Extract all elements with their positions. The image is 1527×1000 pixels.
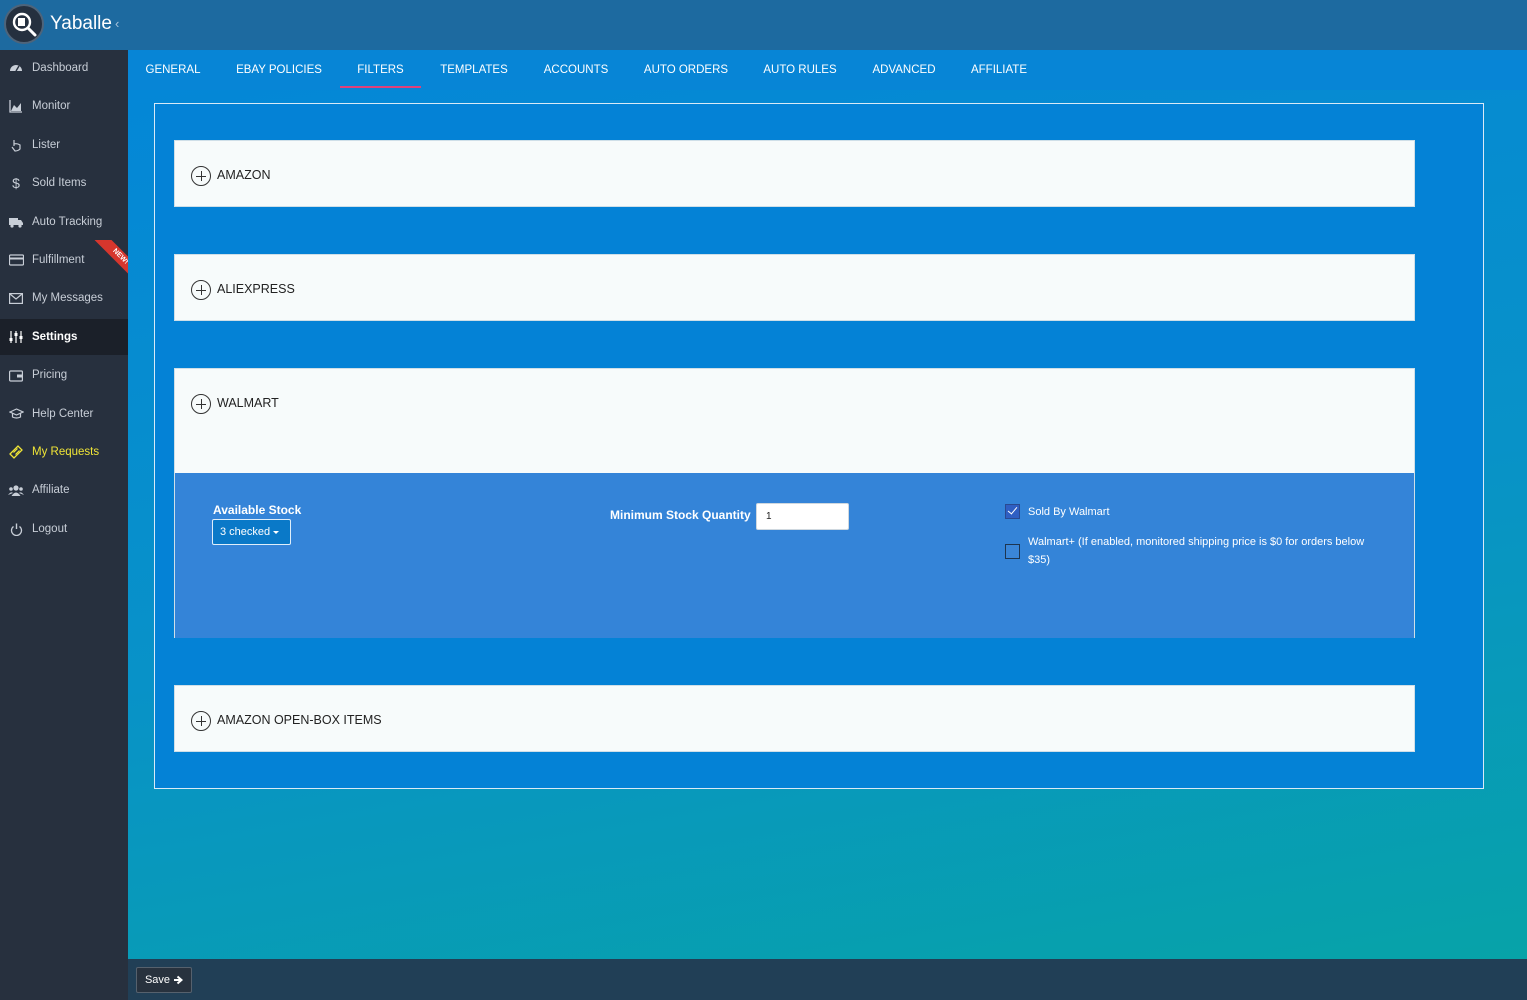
sidebar-item-label: Auto Tracking bbox=[32, 216, 103, 228]
tab-filters[interactable]: FILTERS bbox=[340, 50, 421, 88]
accordion-amazon[interactable]: AMAZON bbox=[174, 140, 1415, 207]
magnifier-logo-icon bbox=[12, 12, 37, 37]
truck-icon bbox=[8, 214, 24, 230]
sidebar-item-settings[interactable]: Settings bbox=[0, 319, 128, 355]
main-content: GENERAL EBAY POLICIES FILTERS TEMPLATES … bbox=[128, 50, 1527, 959]
sidebar-item-sold-items[interactable]: $ Sold Items bbox=[0, 165, 128, 201]
envelope-icon bbox=[8, 290, 24, 306]
save-button[interactable]: Save bbox=[136, 967, 192, 993]
sidebar-item-my-messages[interactable]: My Messages bbox=[0, 280, 128, 316]
sidebar-item-label: My Messages bbox=[32, 292, 103, 304]
graduation-cap-icon bbox=[8, 406, 24, 422]
tab-advanced[interactable]: ADVANCED bbox=[865, 50, 943, 88]
walmart-filter-body: Available Stock 3 checked Minimum Stock … bbox=[175, 473, 1414, 638]
tab-affiliate[interactable]: AFFILIATE bbox=[963, 50, 1035, 88]
sidebar-item-label: Affiliate bbox=[32, 484, 70, 496]
walmart-plus-checkbox[interactable] bbox=[1005, 544, 1020, 559]
tab-auto-rules[interactable]: AUTO RULES bbox=[755, 50, 845, 88]
min-stock-input[interactable] bbox=[756, 503, 849, 530]
sidebar-item-help-center[interactable]: Help Center bbox=[0, 396, 128, 432]
plus-circle-icon[interactable] bbox=[191, 711, 211, 731]
sidebar: Dashboard Monitor Lister $ Sold Items Au… bbox=[0, 50, 134, 1000]
accordion-amazon-open-box[interactable]: AMAZON OPEN-BOX ITEMS bbox=[174, 685, 1415, 752]
users-icon bbox=[8, 482, 24, 498]
available-stock-dropdown[interactable]: 3 checked bbox=[212, 519, 291, 545]
sidebar-item-monitor[interactable]: Monitor bbox=[0, 88, 128, 124]
sidebar-item-dashboard[interactable]: Dashboard bbox=[0, 50, 128, 86]
walmart-plus-label: Walmart+ (If enabled, monitored shipping… bbox=[1028, 536, 1365, 566]
sidebar-item-label: Monitor bbox=[32, 100, 71, 112]
min-stock-label: Minimum Stock Quantity bbox=[610, 508, 751, 522]
sidebar-item-pricing[interactable]: Pricing bbox=[0, 357, 128, 393]
collapse-sidebar-icon[interactable]: ‹ bbox=[115, 16, 119, 31]
sidebar-item-label: Settings bbox=[32, 331, 78, 343]
sidebar-item-affiliate[interactable]: Affiliate bbox=[0, 472, 128, 508]
filters-panel: AMAZON ALIEXPRESS WALMART Available Stoc… bbox=[154, 103, 1484, 789]
power-icon bbox=[8, 521, 24, 537]
tab-accounts[interactable]: ACCOUNTS bbox=[536, 50, 616, 88]
save-label: Save bbox=[144, 974, 171, 986]
settings-tabs: GENERAL EBAY POLICIES FILTERS TEMPLATES … bbox=[128, 50, 1527, 90]
sliders-icon bbox=[8, 329, 24, 345]
sidebar-item-lister[interactable]: Lister bbox=[0, 127, 128, 163]
dashboard-icon bbox=[8, 60, 24, 76]
plus-circle-icon[interactable] bbox=[191, 280, 211, 300]
wallet-icon bbox=[8, 367, 24, 383]
dollar-icon: $ bbox=[12, 175, 20, 191]
accordion-title: AMAZON bbox=[217, 168, 271, 182]
tab-ebay-policies[interactable]: EBAY POLICIES bbox=[228, 50, 330, 88]
sidebar-item-label: Dashboard bbox=[32, 62, 89, 74]
hand-pointer-icon bbox=[8, 137, 24, 153]
sidebar-item-label: Lister bbox=[32, 139, 61, 151]
sidebar-item-label: Fulfillment bbox=[32, 254, 85, 266]
sidebar-item-label: My Requests bbox=[32, 446, 100, 458]
plus-circle-icon[interactable] bbox=[191, 394, 211, 414]
accordion-title: ALIEXPRESS bbox=[217, 282, 295, 296]
ticket-icon bbox=[8, 444, 24, 460]
accordion-walmart: WALMART Available Stock 3 checked Minimu… bbox=[174, 368, 1415, 638]
sidebar-item-label: Logout bbox=[32, 523, 68, 535]
bottom-bar: Save bbox=[128, 959, 1527, 1000]
plus-circle-icon[interactable] bbox=[191, 166, 211, 186]
accordion-aliexpress[interactable]: ALIEXPRESS bbox=[174, 254, 1415, 321]
sidebar-item-label: Pricing bbox=[32, 369, 68, 381]
arrow-right-icon bbox=[174, 975, 184, 985]
caret-down-icon bbox=[273, 530, 280, 534]
area-chart-icon bbox=[8, 98, 24, 114]
credit-card-icon bbox=[8, 252, 24, 268]
app-name: Yaballe bbox=[50, 13, 112, 34]
sold-by-walmart-label: Sold By Walmart bbox=[1028, 506, 1110, 518]
tab-general[interactable]: GENERAL bbox=[138, 50, 208, 88]
sidebar-item-label: Help Center bbox=[32, 408, 94, 420]
sidebar-item-logout[interactable]: Logout bbox=[0, 511, 128, 547]
sidebar-item-label: Sold Items bbox=[32, 177, 87, 189]
sold-by-walmart-checkbox[interactable] bbox=[1005, 504, 1020, 519]
available-stock-label: Available Stock bbox=[213, 503, 302, 517]
tab-templates[interactable]: TEMPLATES bbox=[433, 50, 515, 88]
top-header: Yaballe ‹ bbox=[0, 0, 1527, 50]
accordion-title: WALMART bbox=[217, 396, 279, 410]
sidebar-item-auto-tracking[interactable]: Auto Tracking bbox=[0, 204, 128, 240]
sidebar-item-my-requests[interactable]: My Requests bbox=[0, 434, 128, 470]
dropdown-value: 3 checked bbox=[220, 526, 271, 538]
tab-auto-orders[interactable]: AUTO ORDERS bbox=[637, 50, 735, 88]
logo[interactable] bbox=[4, 4, 44, 44]
accordion-title: AMAZON OPEN-BOX ITEMS bbox=[217, 713, 382, 727]
